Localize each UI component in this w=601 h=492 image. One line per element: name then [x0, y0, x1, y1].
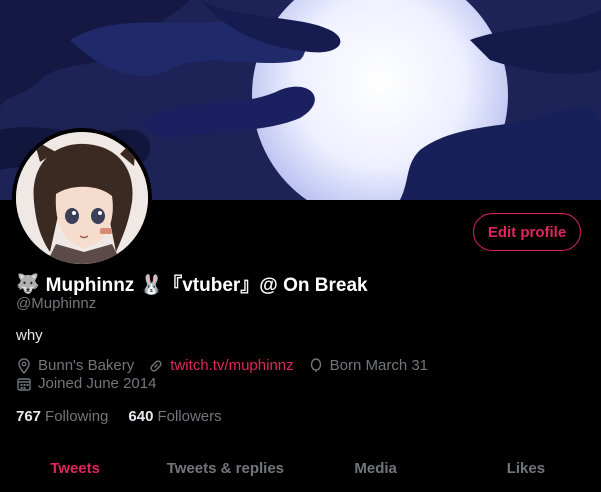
wolf-emoji: 🐺 — [16, 273, 40, 295]
tab-tweets-replies[interactable]: Tweets & replies — [150, 445, 300, 492]
birthday-text: Born March 31 — [329, 357, 429, 374]
following-link[interactable]: 767 Following — [16, 408, 108, 425]
balloon-icon — [310, 357, 321, 372]
display-name: 🐺 Muphinnz 🐰『vtuber』@ On Break — [16, 270, 368, 297]
avatar-image — [16, 132, 148, 264]
tab-likes[interactable]: Likes — [451, 445, 601, 492]
followers-count: 640 — [128, 408, 154, 425]
profile-meta-row-2: Joined June 2014 — [16, 375, 170, 392]
following-label: Following — [45, 408, 109, 425]
calendar-icon — [17, 377, 31, 391]
birthday: Born March 31 — [308, 357, 428, 374]
location-icon — [18, 357, 30, 374]
website[interactable]: twitch.tv/muphinnz — [148, 357, 294, 374]
profile-meta-row: Bunn's Bakery twitch.tv/muphinnz Born Ma… — [16, 357, 442, 374]
tab-media[interactable]: Media — [301, 445, 451, 492]
link-icon — [150, 359, 162, 372]
followers-link[interactable]: 640 Followers — [128, 408, 221, 425]
profile-bio: why — [16, 327, 43, 344]
display-name-text: Muphinnz 🐰『vtuber』@ On Break — [45, 275, 368, 296]
join-date: Joined June 2014 — [16, 375, 156, 392]
location-text: Bunn's Bakery — [38, 357, 135, 374]
profile-tabs: Tweets Tweets & replies Media Likes — [0, 445, 601, 492]
website-link[interactable]: twitch.tv/muphinnz — [170, 357, 293, 374]
edit-profile-button[interactable]: Edit profile — [473, 213, 581, 251]
user-handle: @Muphinnz — [16, 295, 97, 312]
profile-avatar[interactable] — [12, 128, 152, 268]
tab-tweets[interactable]: Tweets — [0, 445, 150, 492]
location: Bunn's Bakery — [16, 357, 134, 374]
join-date-text: Joined June 2014 — [38, 375, 157, 392]
follow-stats: 767 Following 640 Followers — [16, 408, 242, 425]
following-count: 767 — [16, 408, 42, 425]
followers-label: Followers — [157, 408, 222, 425]
